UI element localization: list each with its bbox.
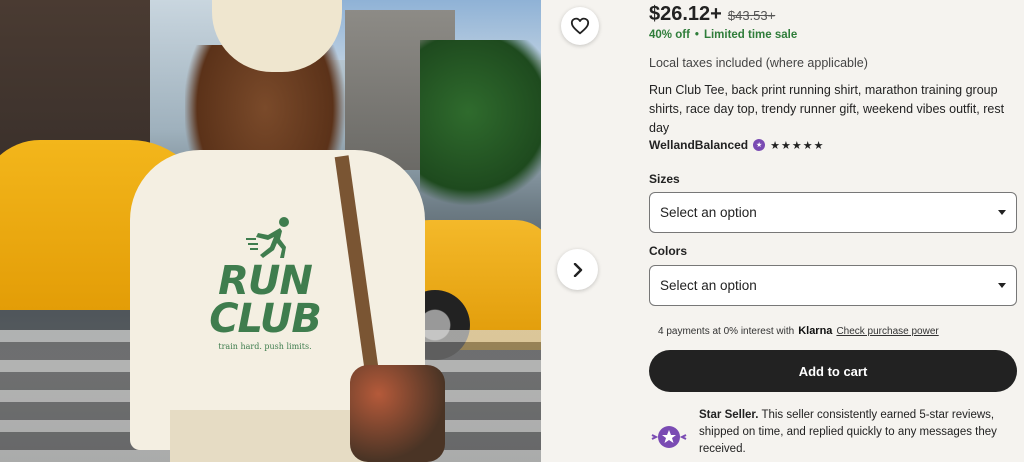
colors-label: Colors [649,244,688,258]
product-photo[interactable]: RUN CLUB train hard. push limits. [0,0,541,462]
sale-info: 40% off • Limited time sale [649,29,797,41]
sizes-select[interactable]: Select an option [649,192,1017,233]
limited-sale-text: Limited time sale [703,29,798,41]
sale-separator: • [694,29,699,41]
caret-down-icon [998,283,1006,288]
favorite-button[interactable] [561,7,599,45]
chevron-right-icon [573,262,582,277]
star-seller-badge-icon: ★ [753,139,766,151]
shirt-print-title: RUN CLUB [209,258,322,342]
sizes-label: Sizes [649,172,680,186]
sale-price: $26.12+ [649,3,722,25]
taxes-note: Local taxes included (where applicable) [649,56,868,70]
discount-text: 40% off [649,29,690,41]
klarna-note: 4 payments at 0% interest with Klarna Ch… [658,325,939,337]
photo-bag [350,365,445,462]
shirt-print-tagline: train hard. push limits. [218,342,312,351]
colors-select[interactable]: Select an option [649,265,1017,306]
price-row: $26.12+ $43.53+ [649,3,775,26]
shop-name-link[interactable]: WellandBalanced [649,138,748,152]
star-seller-section: Star Seller. This seller consistently ea… [649,407,1019,458]
check-purchase-power-link[interactable]: Check purchase power [836,326,938,337]
klarna-prefix: 4 payments at 0% interest with [658,326,795,337]
star-seller-icon [651,426,687,448]
listing-title: Run Club Tee, back print running shirt, … [649,83,1005,135]
add-to-cart-button[interactable]: Add to cart [649,350,1017,392]
photo-pants [170,410,370,462]
star-seller-title: Star Seller. [699,409,759,421]
next-image-button[interactable] [557,249,598,290]
shop-row: WellandBalanced ★ ★★★★★ [649,138,824,152]
klarna-brand: Klarna [798,325,833,337]
heart-outline-icon [570,17,590,35]
colors-select-value: Select an option [660,278,757,293]
photo-tree [420,40,541,220]
original-price: $43.53+ [727,8,776,23]
caret-down-icon [998,210,1006,215]
runner-graphic-icon [246,217,289,258]
sizes-select-value: Select an option [660,205,757,220]
rating-stars[interactable]: ★★★★★ [770,139,824,152]
star-seller-text: Star Seller. This seller consistently ea… [699,407,1019,458]
